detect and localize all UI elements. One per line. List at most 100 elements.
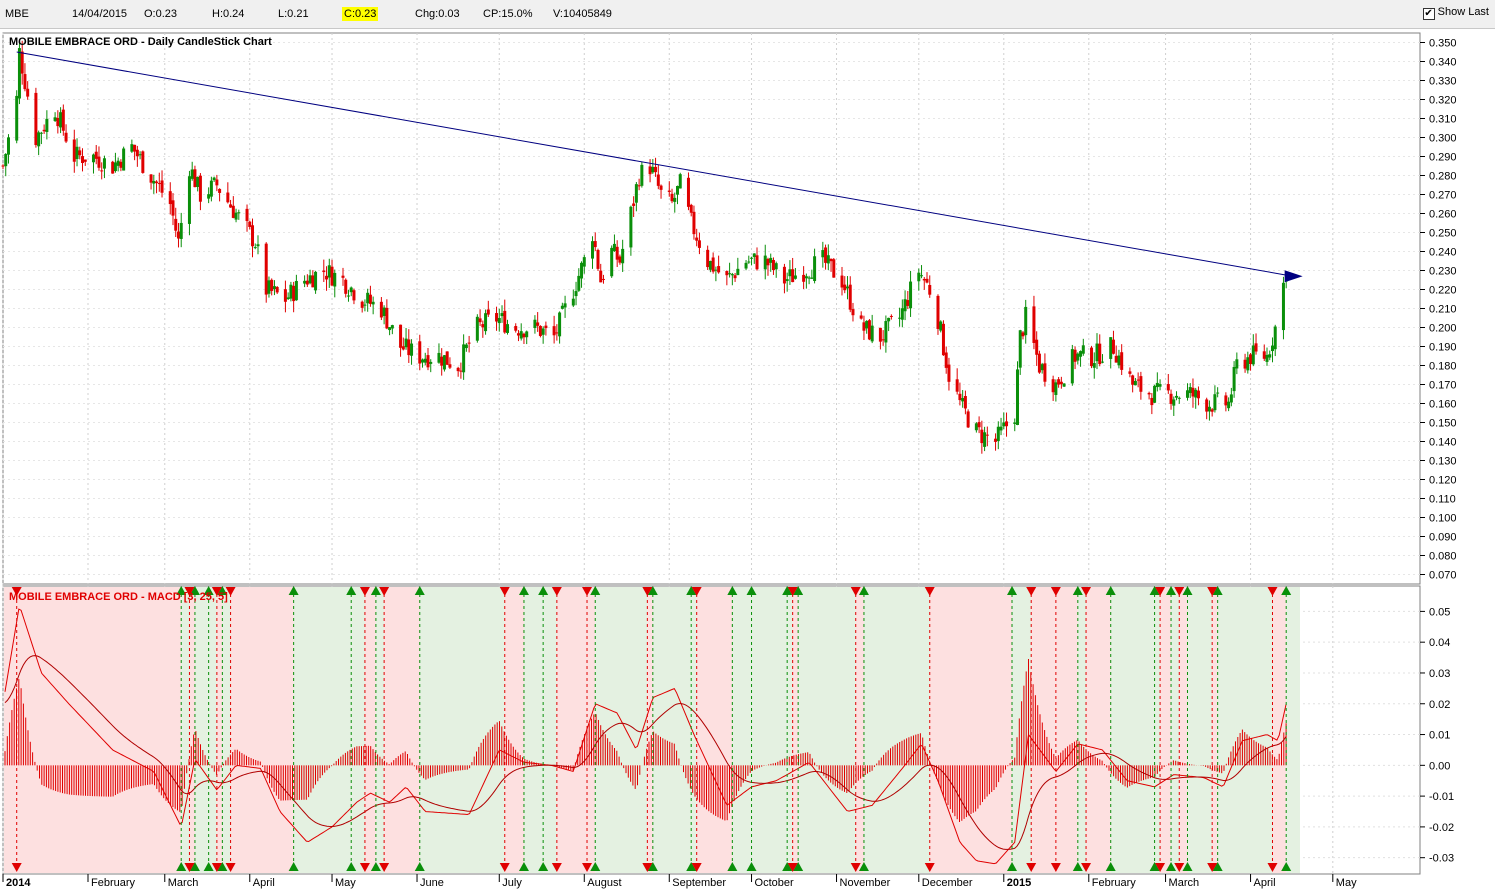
candle-body bbox=[212, 177, 216, 181]
candle-body bbox=[467, 342, 471, 344]
candle-body bbox=[1018, 330, 1022, 368]
candle-body bbox=[371, 301, 375, 305]
macd-zone bbox=[293, 587, 352, 873]
candle-body bbox=[39, 132, 43, 134]
candle-body bbox=[1070, 349, 1074, 384]
candle-body bbox=[1191, 387, 1195, 397]
symbol-label: MBE bbox=[5, 8, 29, 20]
candle-body bbox=[94, 151, 98, 159]
candle-body bbox=[270, 279, 274, 291]
price-chart-title: MOBILE EMBRACE ORD - Daily CandleStick C… bbox=[9, 36, 272, 48]
candle-body bbox=[920, 275, 924, 277]
candle-body bbox=[793, 275, 797, 279]
macd-tick-label: 0.00 bbox=[1429, 760, 1450, 772]
candle-body bbox=[349, 287, 353, 293]
candle-body bbox=[903, 299, 907, 312]
candle-body bbox=[944, 352, 948, 368]
candle-body bbox=[390, 325, 394, 329]
candle-body bbox=[486, 309, 490, 315]
date-label: 14/04/2015 bbox=[72, 8, 128, 20]
x-tick-label: June bbox=[420, 877, 444, 889]
candle-body bbox=[536, 322, 540, 326]
candle-body bbox=[651, 166, 655, 173]
candle-body bbox=[119, 161, 123, 168]
macd-zone bbox=[1286, 587, 1300, 873]
candle-body bbox=[1015, 369, 1019, 425]
candle-body bbox=[733, 275, 737, 279]
candle-body bbox=[122, 148, 126, 171]
candle-body bbox=[410, 343, 414, 356]
candle-body bbox=[481, 324, 485, 328]
candle-body bbox=[245, 208, 249, 221]
candle-body bbox=[1166, 384, 1170, 391]
trend-line-arrow bbox=[1284, 270, 1303, 283]
candle-body bbox=[168, 191, 172, 205]
candle-body bbox=[97, 156, 101, 168]
macd-zone bbox=[181, 587, 190, 873]
candle-body bbox=[766, 258, 770, 266]
x-tick-label: July bbox=[502, 877, 522, 889]
candle-body bbox=[500, 313, 504, 317]
candle-body bbox=[1002, 422, 1006, 427]
candle-body bbox=[560, 305, 564, 309]
candle-body bbox=[226, 192, 230, 203]
candle-body bbox=[1114, 355, 1118, 363]
macd-zones bbox=[4, 587, 1300, 873]
candle-body bbox=[656, 174, 660, 186]
candle-body bbox=[437, 352, 441, 363]
x-tick-label: November bbox=[840, 877, 891, 889]
candle-body bbox=[601, 278, 605, 280]
change-label: Chg:0.03 bbox=[415, 8, 460, 20]
macd-zone bbox=[863, 587, 930, 873]
candle-body bbox=[382, 307, 386, 316]
candle-body bbox=[4, 153, 8, 167]
candle-body bbox=[1194, 389, 1198, 398]
candle-body bbox=[440, 356, 444, 366]
candle-body bbox=[599, 270, 603, 283]
candle-body bbox=[503, 310, 507, 333]
candlesticks bbox=[1, 40, 1288, 454]
candle-body bbox=[591, 241, 595, 259]
candle-body bbox=[366, 292, 370, 304]
candle-body bbox=[736, 268, 740, 276]
show-last-checkbox[interactable]: ✔ bbox=[1422, 8, 1435, 20]
show-last-toggle[interactable]: ✔ Show Last bbox=[1422, 6, 1489, 20]
price-tick-label: 0.080 bbox=[1429, 551, 1457, 563]
candle-body bbox=[61, 109, 65, 131]
candle-body bbox=[845, 286, 849, 289]
candle-body bbox=[994, 438, 998, 442]
price-tick-label: 0.340 bbox=[1429, 57, 1457, 69]
candle-body bbox=[928, 285, 932, 295]
price-tick-label: 0.210 bbox=[1429, 304, 1457, 316]
price-tick-label: 0.310 bbox=[1429, 114, 1457, 126]
x-tick-label: October bbox=[755, 877, 794, 889]
candle-body bbox=[149, 174, 153, 183]
low-label: L:0.21 bbox=[278, 8, 309, 20]
candle-body bbox=[478, 318, 482, 323]
price-tick-label: 0.120 bbox=[1429, 475, 1457, 487]
candle-body bbox=[788, 269, 792, 277]
candle-body bbox=[6, 137, 10, 155]
candle-body bbox=[207, 194, 211, 199]
x-tick-label: 2015 bbox=[1007, 877, 1031, 889]
candle-body bbox=[525, 331, 529, 338]
candle-body bbox=[385, 307, 389, 329]
candle-body bbox=[634, 184, 638, 203]
candle-body bbox=[1109, 337, 1113, 359]
candle-body bbox=[171, 200, 175, 216]
volume-label: V:10405849 bbox=[553, 8, 612, 20]
candle-body bbox=[1092, 363, 1096, 368]
macd-zone bbox=[208, 587, 217, 873]
candle-body bbox=[533, 319, 537, 328]
candle-body bbox=[632, 203, 636, 206]
candle-body bbox=[955, 379, 959, 392]
candle-body bbox=[1249, 354, 1253, 365]
candle-body bbox=[1177, 397, 1181, 399]
candle-body bbox=[538, 325, 542, 336]
candle-body bbox=[909, 281, 913, 309]
candle-body bbox=[676, 186, 679, 195]
candle-body bbox=[1054, 382, 1058, 395]
x-tick-label: 2014 bbox=[6, 877, 31, 889]
candle-body bbox=[174, 218, 178, 231]
candle-body bbox=[42, 129, 46, 132]
